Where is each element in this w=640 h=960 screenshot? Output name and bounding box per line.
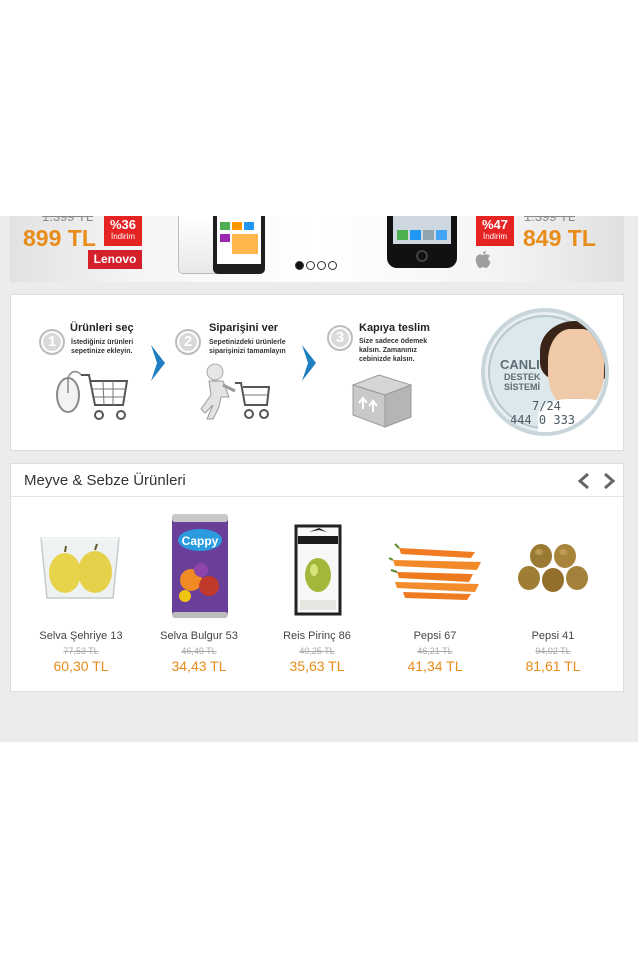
product-price: 60,30 TL — [53, 658, 109, 674]
product-name: Pepsi 67 — [413, 630, 457, 642]
product-price: 41,34 TL — [407, 658, 463, 674]
step-2-desc-1: Sepetinizdeki ürünlerle — [209, 339, 286, 346]
chevron-left-icon[interactable] — [576, 472, 592, 490]
step-2-number: 2 — [175, 329, 201, 355]
product-old-price: 77,53 TL — [63, 646, 99, 656]
products-panel: Meyve & Sebze Ürünleri Selva Şehriye 13 … — [10, 463, 624, 692]
carousel-dots — [295, 257, 339, 270]
how-it-works-panel: 1 Ürünleri seç İstediğiniz ürünleri sepe… — [10, 294, 624, 451]
step-3-desc-2: kalsın. Zamanınız — [359, 347, 417, 354]
step-3-number: 3 — [327, 325, 353, 351]
carousel-dot-2[interactable] — [306, 261, 315, 270]
right-discount-badge: %47 İndirim — [476, 216, 514, 246]
product-name: Selva Şehriye 13 — [39, 630, 123, 642]
step-3-desc-3: cebinizde kalsın. — [359, 356, 415, 363]
product-old-price: 94,02 TL — [535, 646, 571, 656]
product-card[interactable]: Reis Pirinç 86 40,25 TL 35,63 TL — [262, 508, 372, 678]
carousel-dot-4[interactable] — [328, 261, 337, 270]
product-old-price: 46,21 TL — [417, 646, 453, 656]
step-1-desc-2: sepetinize ekleyin. — [71, 348, 133, 355]
product-old-price: 46,49 TL — [181, 646, 217, 656]
step-3-desc-1: Size sadece ödemek — [359, 338, 428, 345]
lenovo-phone-image — [213, 216, 265, 274]
agent-face — [548, 329, 604, 409]
product-price: 81,61 TL — [525, 658, 581, 674]
right-discount-label: İndirim — [482, 232, 507, 241]
support-circle: CANLI DESTEK SİSTEMİ 7/24 444 0 333 — [488, 315, 605, 432]
left-price: 899 TL — [23, 225, 96, 251]
carousel-dot-1[interactable] — [295, 261, 304, 270]
support-line-1: CANLI — [500, 357, 540, 372]
cart-mouse-icon — [56, 370, 129, 420]
right-discount-percent: %47 — [481, 217, 509, 232]
product-name: Selva Bulgur 53 — [160, 630, 238, 642]
left-discount-label: İndirim — [110, 232, 135, 241]
product-card[interactable]: Pepsi 41 94,02 TL 81,61 TL — [498, 508, 608, 678]
home-button-icon — [416, 250, 428, 262]
left-discount-percent: %36 — [109, 217, 137, 232]
products-title: Meyve & Sebze Ürünleri — [24, 472, 186, 489]
right-price: 849 TL — [523, 225, 596, 251]
support-line-3: SİSTEMİ — [504, 382, 541, 392]
product-price: 34,43 TL — [171, 658, 227, 674]
step-2-desc-2: siparişinizi tamamlayın — [209, 348, 286, 355]
step-arrow-2-icon — [302, 345, 316, 381]
carrots-icon — [388, 543, 481, 600]
step-3-title: Kapıya teslim — [359, 322, 430, 334]
lenovo-logo: Lenovo — [88, 250, 142, 269]
product-old-price: 40,25 TL — [299, 646, 335, 656]
support-line-2: DESTEK — [504, 372, 541, 382]
product-card[interactable]: Selva Şehriye 13 77,53 TL 60,30 TL — [26, 508, 136, 678]
product-name: Reis Pirinç 86 — [283, 630, 351, 642]
step-1-title: Ürünleri seç — [70, 322, 134, 334]
package-icon — [351, 374, 413, 428]
live-support-badge[interactable]: CANLI DESTEK SİSTEMİ 7/24 444 0 333 — [481, 308, 609, 436]
promo-banner[interactable]: 1.399 TL 899 TL %36 İndirim Lenovo %47 İ… — [10, 216, 624, 282]
product-price: 35,63 TL — [289, 658, 345, 674]
olive-oil-icon — [294, 524, 342, 616]
step-arrow-1-icon — [151, 345, 165, 381]
step-1-number: 1 — [39, 329, 65, 355]
step-2-title: Siparişini ver — [209, 322, 279, 334]
right-old-price: 1.399 TL — [524, 216, 576, 224]
carousel-dot-3[interactable] — [317, 261, 326, 270]
step-1-desc-1: İstediğiniz ürünleri — [71, 339, 134, 346]
pears-icon — [40, 536, 120, 599]
svg-text:Cappy: Cappy — [182, 534, 219, 548]
products-header: Meyve & Sebze Ürünleri — [11, 464, 623, 497]
support-hours: 7/24 — [532, 399, 561, 413]
kiwi-icon — [518, 544, 588, 592]
page: 1.399 TL 899 TL %36 İndirim Lenovo %47 İ… — [0, 0, 640, 960]
cappy-can-icon: Cappy — [172, 514, 228, 618]
iphone-image — [387, 216, 457, 268]
person-cart-icon — [200, 363, 271, 420]
product-card[interactable]: Pepsi 67 46,21 TL 41,34 TL — [380, 508, 490, 678]
product-name: Pepsi 41 — [531, 630, 575, 642]
apple-logo-icon — [474, 250, 492, 270]
left-old-price: 1.399 TL — [42, 216, 94, 224]
left-discount-badge: %36 İndirim — [104, 216, 142, 246]
product-card[interactable]: Cappy Selva Bulgur 53 46,49 TL 34,43 TL — [144, 508, 254, 678]
support-phone: 444 0 333 — [510, 413, 576, 427]
chevron-right-icon[interactable] — [601, 472, 617, 490]
